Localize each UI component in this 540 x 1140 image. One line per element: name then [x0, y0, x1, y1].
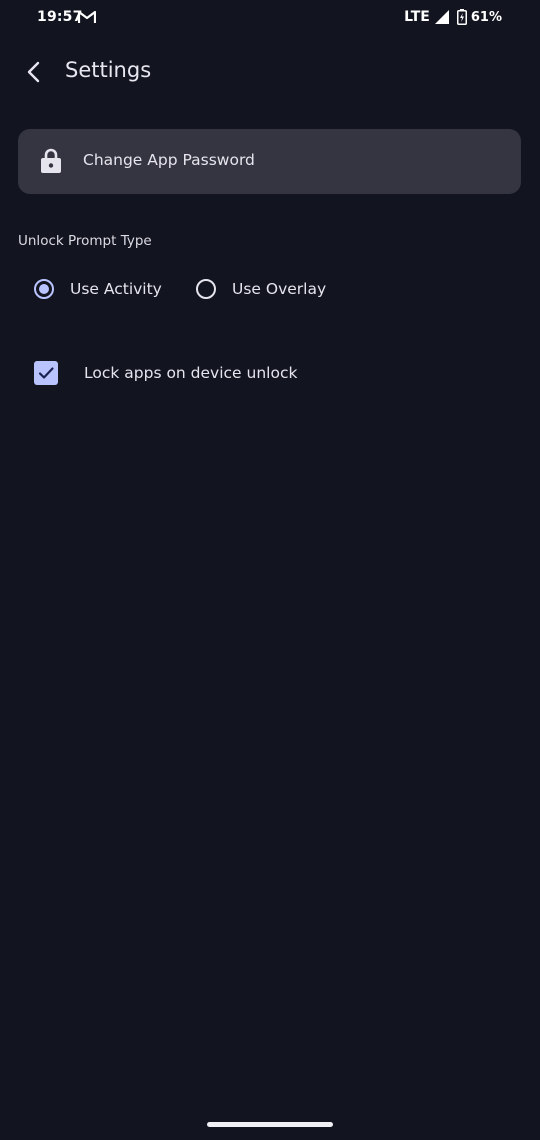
use-activity-label: Use Activity [70, 280, 162, 298]
back-button[interactable] [20, 58, 48, 86]
use-activity-radio[interactable]: Use Activity [34, 276, 162, 302]
radio-selected-icon [34, 279, 54, 299]
change-app-password-button[interactable]: Change App Password [18, 129, 521, 194]
app-bar: Settings [0, 50, 540, 96]
lock-on-unlock-checkbox[interactable]: Lock apps on device unlock [34, 360, 297, 386]
battery-charging-icon [456, 9, 467, 25]
status-time: 19:57 [37, 9, 83, 25]
battery-percent: 61% [470, 9, 502, 25]
gesture-nav-handle[interactable] [207, 1122, 333, 1127]
radio-unselected-icon [196, 279, 216, 299]
unlock-prompt-radio-group: Use Activity Use Overlay [0, 276, 540, 302]
chevron-left-icon [27, 61, 40, 83]
page-title: Settings [65, 58, 152, 82]
unlock-prompt-type-label: Unlock Prompt Type [18, 233, 152, 249]
checkbox-checked-icon [34, 361, 58, 385]
status-bar: 19:57 LTE 61% [0, 0, 540, 36]
network-type: LTE [404, 9, 430, 25]
gmail-icon [78, 10, 96, 23]
status-indicators: LTE 61% [404, 9, 502, 25]
use-overlay-label: Use Overlay [232, 280, 327, 298]
lock-on-unlock-label: Lock apps on device unlock [84, 364, 298, 382]
checkmark-icon [38, 367, 54, 379]
signal-icon [434, 10, 449, 24]
lock-icon [41, 148, 61, 173]
use-overlay-radio[interactable]: Use Overlay [196, 276, 326, 302]
change-app-password-label: Change App Password [83, 151, 255, 169]
